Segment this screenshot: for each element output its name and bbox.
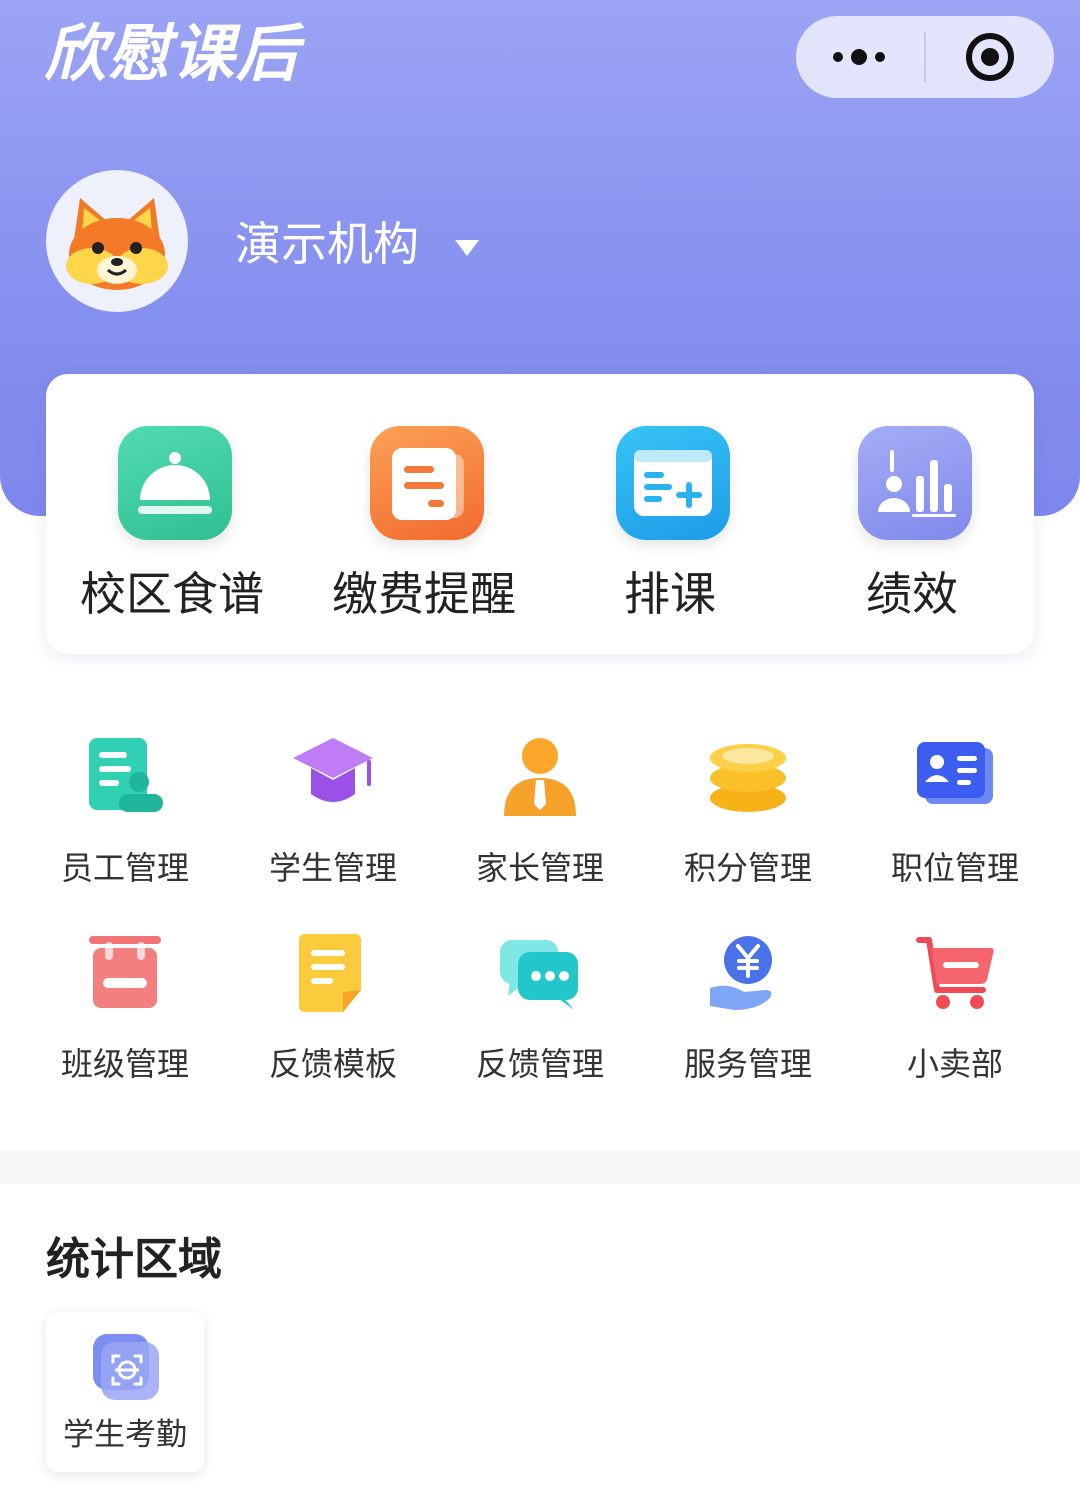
grid-item-points-management[interactable]: 积分管理	[663, 738, 833, 908]
grid-item-label: 家长管理	[475, 849, 604, 887]
ellipsis-icon	[833, 49, 885, 65]
grid-item-label: 班级管理	[60, 1045, 189, 1083]
chat-bubbles-icon	[500, 934, 580, 1014]
grid-item-label: 员工管理	[60, 849, 189, 887]
caret-down-icon[interactable]	[452, 236, 482, 260]
mini-program-capsule	[796, 16, 1054, 98]
stat-card-student-attendance[interactable]: 学生考勤	[46, 1312, 204, 1472]
grid-item-student-management[interactable]: 学生管理	[248, 738, 418, 908]
grid-item-feedback-template[interactable]: 反馈模板	[248, 934, 418, 1104]
grid-item-position-management[interactable]: 职位管理	[870, 738, 1040, 908]
close-miniprogram-button[interactable]	[926, 16, 1054, 98]
grid-item-label: 服务管理	[683, 1045, 812, 1083]
grid-item-label: 小卖部	[906, 1045, 1003, 1083]
face-scan-icon	[91, 1332, 161, 1402]
stats-section-title: 统计区域	[46, 1234, 222, 1285]
staff-doc-icon	[85, 738, 165, 818]
food-dome-icon	[118, 426, 232, 540]
quick-action-scheduling[interactable]: 排课	[550, 426, 790, 636]
performance-chart-icon	[858, 426, 972, 540]
schedule-add-icon	[616, 426, 730, 540]
more-button[interactable]	[796, 16, 924, 98]
bill-icon	[370, 426, 484, 540]
parent-person-icon	[500, 738, 580, 818]
grid-item-class-management[interactable]: 班级管理	[40, 934, 210, 1104]
grid-item-label: 积分管理	[683, 849, 812, 887]
quick-action-canteen-menu[interactable]: 校区食谱	[52, 426, 292, 636]
fox-mascot-icon	[66, 198, 168, 290]
yen-hand-icon	[708, 934, 788, 1014]
coin-stack-icon	[708, 738, 788, 818]
grid-item-label: 反馈管理	[475, 1045, 604, 1083]
app-logo: 欣慰课后	[44, 17, 301, 90]
grid-item-label: 反馈模板	[268, 1045, 397, 1083]
quick-action-label: 缴费提醒	[332, 567, 516, 621]
shopping-cart-icon	[915, 934, 995, 1014]
graduation-cap-icon	[293, 738, 373, 818]
grid-item-service-management[interactable]: 服务管理	[663, 934, 833, 1104]
quick-action-label: 排课	[624, 567, 716, 621]
grid-item-snack-shop[interactable]: 小卖部	[870, 934, 1040, 1104]
quick-action-label: 绩效	[866, 567, 958, 621]
grid-item-feedback-management[interactable]: 反馈管理	[455, 934, 625, 1104]
stat-card-label: 学生考勤	[63, 1417, 187, 1453]
org-name[interactable]: 演示机构	[235, 212, 419, 276]
note-template-icon	[293, 934, 373, 1014]
org-avatar[interactable]	[46, 170, 188, 312]
grid-item-parent-management[interactable]: 家长管理	[455, 738, 625, 908]
grid-item-staff-management[interactable]: 员工管理	[40, 738, 210, 908]
quick-actions-card: 校区食谱 缴费提醒 排课 绩效	[46, 374, 1034, 654]
quick-action-performance[interactable]: 绩效	[792, 426, 1032, 636]
grid-item-label: 职位管理	[890, 849, 1019, 887]
quick-action-label: 校区食谱	[80, 567, 264, 621]
target-circle-icon	[966, 33, 1014, 81]
grid-item-label: 学生管理	[268, 849, 397, 887]
class-board-icon	[85, 934, 165, 1014]
section-divider	[0, 1150, 1080, 1184]
id-card-icon	[915, 738, 995, 818]
quick-action-payment-reminder[interactable]: 缴费提醒	[304, 426, 544, 636]
